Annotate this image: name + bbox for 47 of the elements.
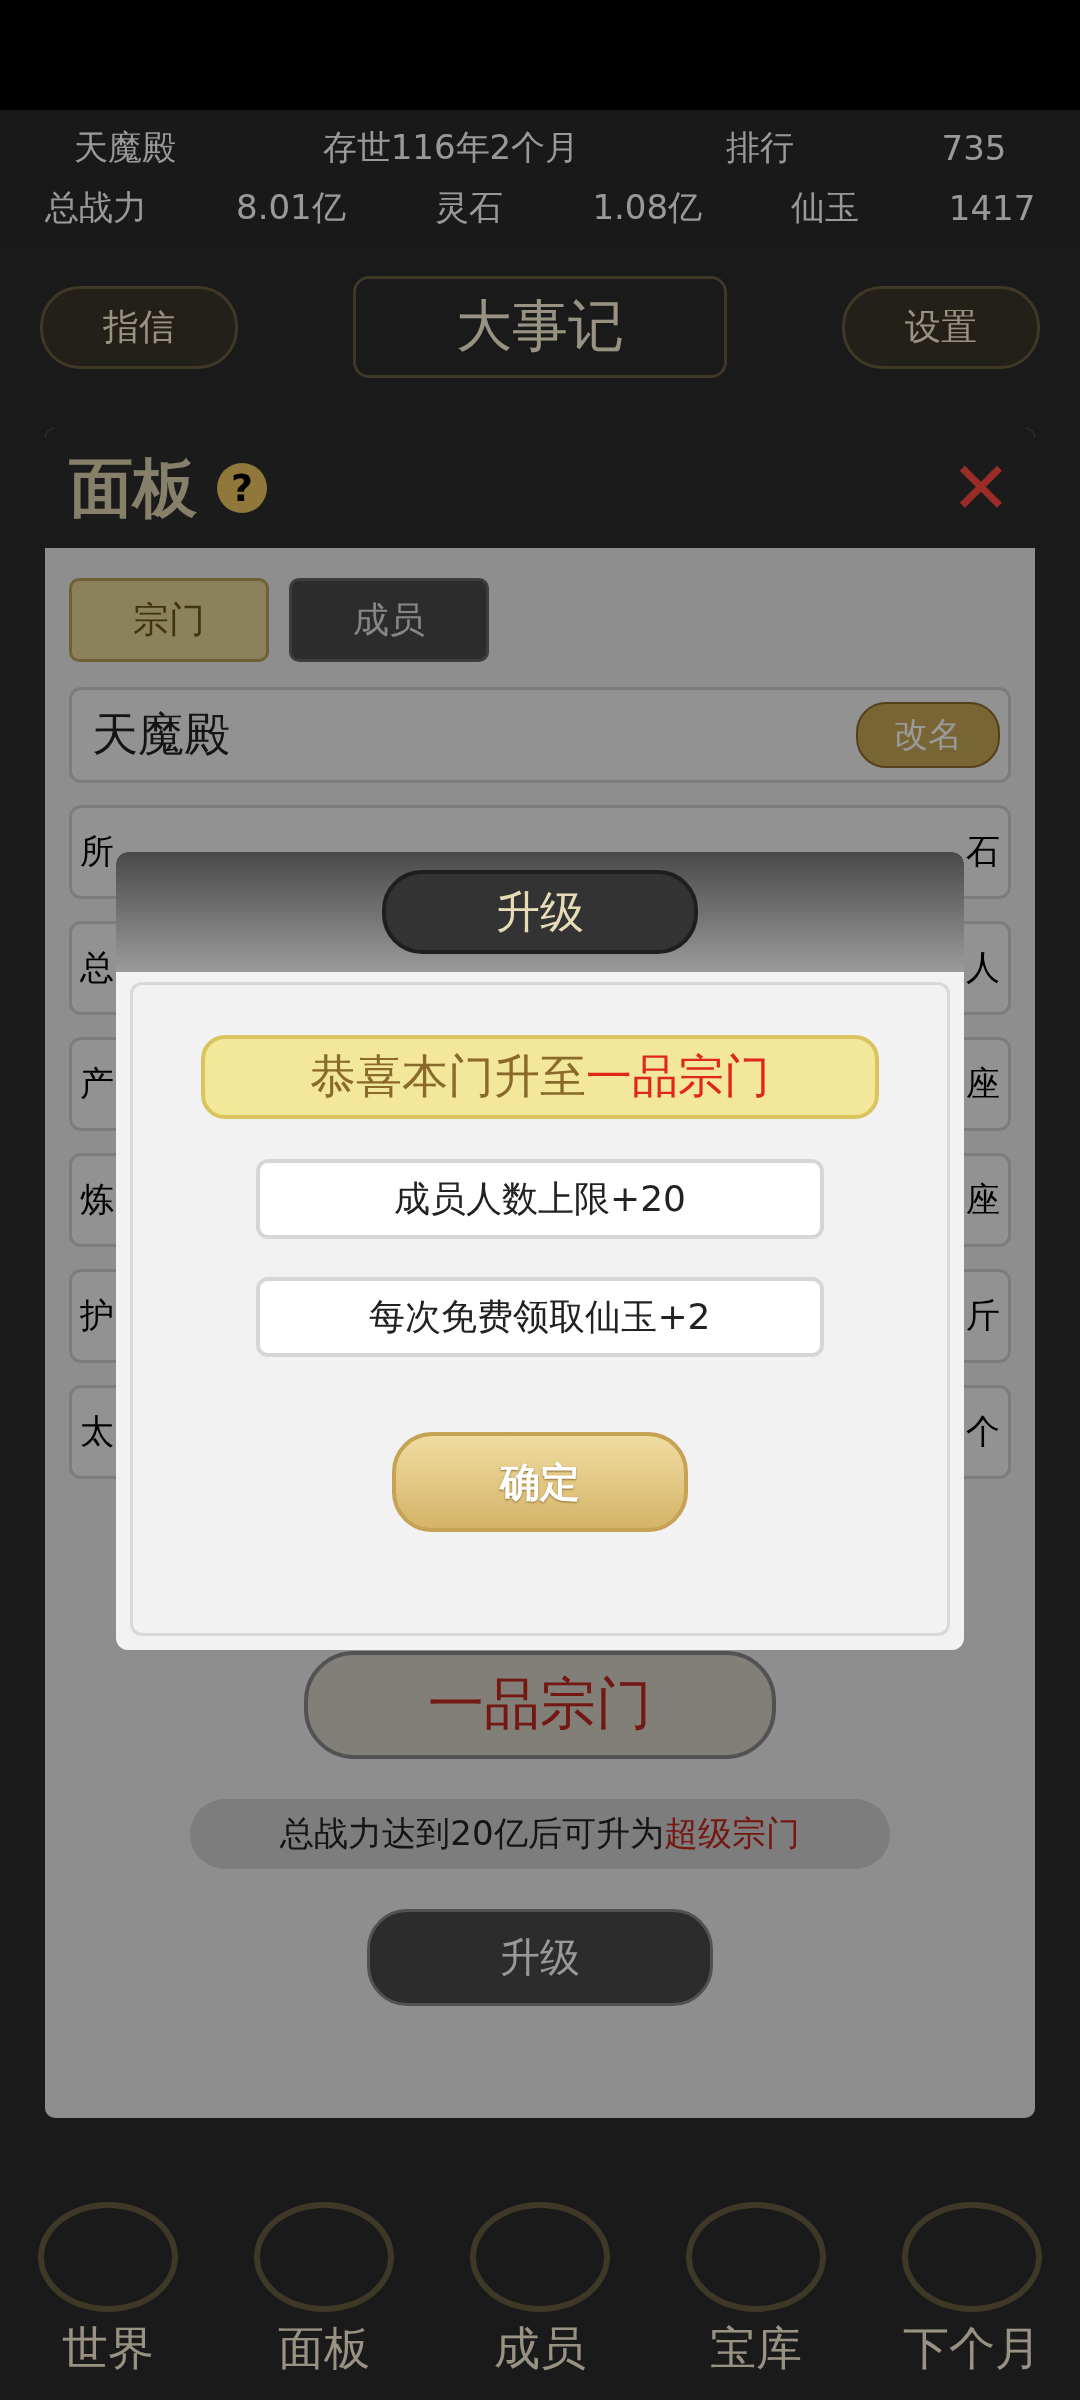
- stat-label: 护: [80, 1294, 114, 1337]
- nav-label: 面板: [278, 2320, 370, 2377]
- stat-value: 座: [966, 1178, 1000, 1221]
- nav-item[interactable]: 面板: [254, 2202, 394, 2380]
- chronicle-button[interactable]: 大事记: [353, 276, 727, 378]
- stat-label: 产: [80, 1062, 114, 1105]
- sect-age: 存世116年2个月: [322, 126, 580, 169]
- stat-value: 人: [966, 946, 1000, 989]
- stone-value: 1.08亿: [592, 186, 703, 229]
- stat-value: 石: [966, 830, 1000, 873]
- rank-value: 735: [941, 128, 1007, 168]
- upgrade-button[interactable]: 升级: [367, 1909, 713, 2006]
- jade-value: 1417: [948, 188, 1036, 228]
- stat-value: 斤: [966, 1294, 1000, 1337]
- stat-label: 炼: [80, 1178, 114, 1221]
- nav-item[interactable]: 宝库: [686, 2202, 826, 2380]
- nav-item[interactable]: 世界: [38, 2202, 178, 2380]
- reward-item: 成员人数上限+20: [256, 1159, 824, 1239]
- nav-item[interactable]: 成员: [470, 2202, 610, 2380]
- dialog-title: 升级: [382, 870, 698, 954]
- nav-label: 下个月: [903, 2320, 1041, 2377]
- stat-label: 太: [80, 1410, 114, 1453]
- sect-name: 天魔殿: [92, 706, 230, 763]
- requirement-text: 总战力达到20亿后可升为超级宗门: [190, 1799, 890, 1869]
- nav-label: 宝库: [710, 2320, 802, 2377]
- power-label: 总战力: [44, 186, 147, 229]
- reward-item: 每次免费领取仙玉+2: [256, 1277, 824, 1357]
- tab[interactable]: 宗门: [69, 578, 269, 662]
- top-button[interactable]: 设置: [842, 285, 1040, 369]
- sect-name: 天魔殿: [73, 126, 176, 169]
- jade-label: 仙玉: [791, 186, 860, 229]
- nav-label: 世界: [62, 2320, 154, 2377]
- congrats-banner: 恭喜本门升至一品宗门: [201, 1035, 879, 1119]
- rank-badge: 一品宗门: [304, 1651, 776, 1759]
- help-button[interactable]: ?: [217, 463, 267, 513]
- stat-value: 座: [966, 1062, 1000, 1105]
- stone-label: 灵石: [435, 186, 504, 229]
- panel-title: 面板: [69, 449, 197, 527]
- stat-label: 总: [80, 946, 114, 989]
- rank-label: 排行: [726, 126, 795, 169]
- stat-label: 所: [80, 830, 114, 873]
- stat-value: 个: [966, 1410, 1000, 1453]
- nav-label: 成员: [494, 2320, 586, 2377]
- power-value: 8.01亿: [236, 186, 346, 229]
- tab[interactable]: 成员: [289, 578, 489, 662]
- nav-item[interactable]: 下个月: [902, 2202, 1042, 2380]
- top-button[interactable]: 指信: [40, 285, 238, 369]
